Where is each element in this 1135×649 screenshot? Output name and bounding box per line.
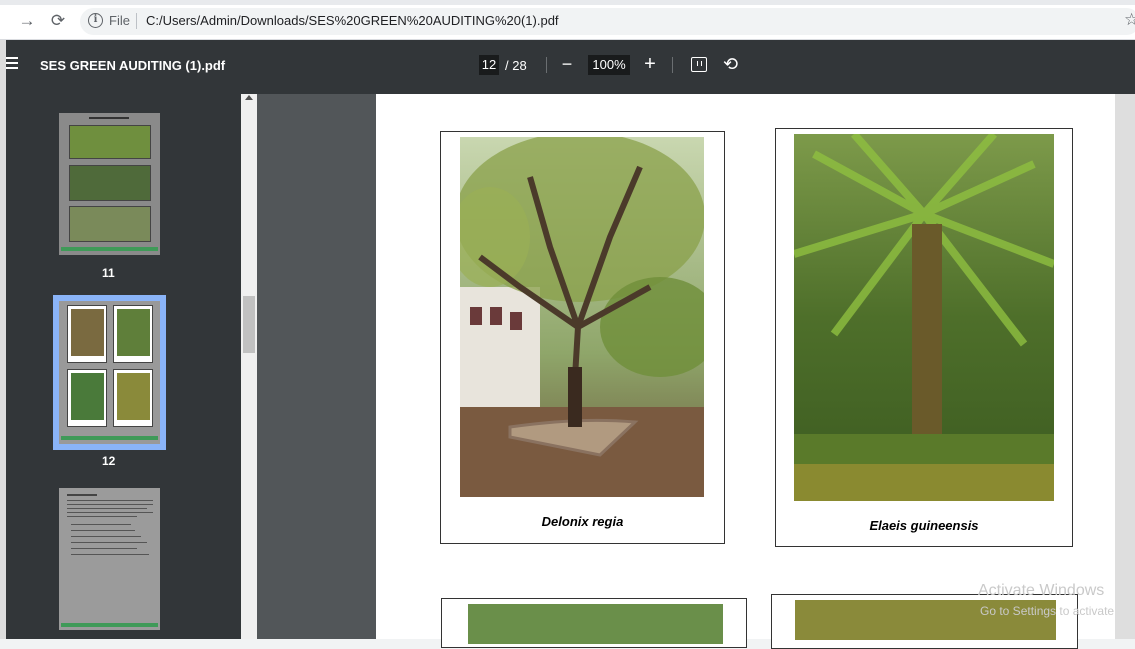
toolbar-divider (546, 57, 547, 73)
photo-caption: Delonix regia (541, 514, 624, 529)
fit-to-page-icon[interactable] (691, 57, 707, 72)
photo-caption: Elaeis guineensis (869, 518, 979, 533)
page-total: / 28 (505, 58, 527, 73)
thumbnail-label: 11 (102, 266, 115, 280)
url-text[interactable]: C:/Users/Admin/Downloads/SES%20GREEN%20A… (146, 13, 559, 28)
url-divider (136, 13, 137, 29)
scroll-up-icon[interactable] (245, 95, 253, 100)
url-scheme: File (109, 13, 130, 28)
viewer-scrollbar[interactable] (1115, 94, 1135, 639)
scrollbar-thumb[interactable] (243, 296, 255, 353)
tab-strip (0, 0, 1135, 5)
zoom-in-icon[interactable]: + (642, 53, 658, 76)
thumbnail-page-12[interactable] (59, 301, 160, 444)
thumbnail-page-11[interactable] (59, 113, 160, 255)
info-icon[interactable]: i (88, 13, 103, 28)
photo-elaeis-guineensis (794, 134, 1054, 501)
document-title: SES GREEN AUDITING (1).pdf (40, 58, 226, 73)
thumbnail-page-13[interactable] (59, 488, 160, 630)
sidebar-scrollbar[interactable] (241, 94, 257, 639)
bookmark-star-icon[interactable]: ☆ (1124, 10, 1135, 30)
forward-icon[interactable]: → (17, 11, 37, 31)
photo-delonix-regia (460, 137, 704, 497)
reload-icon[interactable]: ⟳ (48, 11, 68, 31)
photo-partial (468, 604, 723, 644)
zoom-out-icon[interactable]: − (560, 54, 574, 75)
activation-watermark-title: Activate Windows (978, 582, 1105, 599)
rotate-icon[interactable]: ⟲ (723, 54, 738, 75)
thumbnail-label: 12 (102, 454, 116, 468)
menu-icon[interactable] (6, 57, 18, 71)
toolbar-divider (672, 57, 673, 73)
activation-watermark-subtitle: Go to Settings to activate (980, 604, 1115, 618)
page-number-input[interactable]: 12 (479, 55, 499, 75)
zoom-level-input[interactable]: 100% (588, 55, 630, 75)
